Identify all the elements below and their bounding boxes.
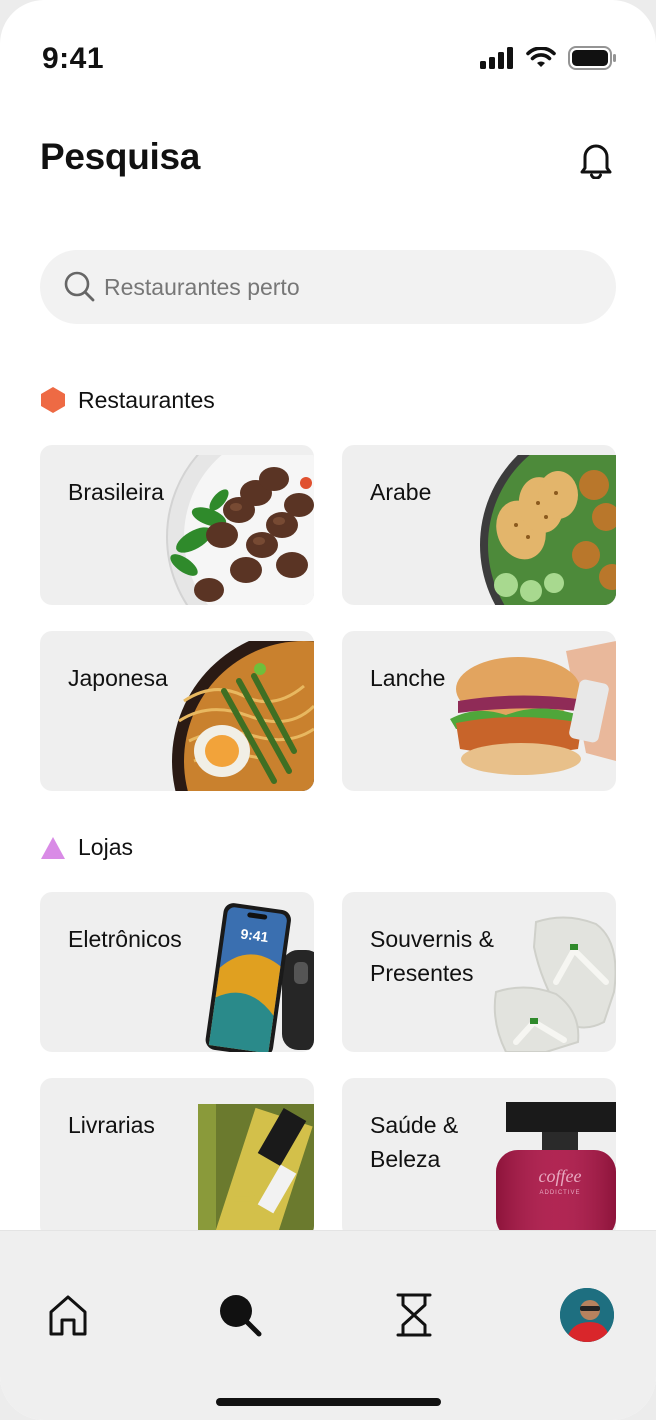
header: Pesquisa (40, 136, 616, 186)
home-indicator (216, 1398, 441, 1406)
search-bar[interactable] (40, 250, 616, 324)
section-header-stores: Lojas (40, 834, 133, 861)
falafel-bowl-image (480, 455, 616, 605)
home-icon (49, 1295, 87, 1336)
card-label: Saúde & Beleza (370, 1112, 459, 1172)
tab-bar (0, 1230, 656, 1420)
category-card-saude-beleza[interactable]: Saúde & Beleza coffee ADDICTIVE (342, 1078, 616, 1238)
tab-search[interactable] (212, 1287, 268, 1343)
skewer-plate-image (166, 455, 314, 605)
phone-screen: 9:41 Pesquisa Restaurantes perto Restaur… (0, 0, 656, 1420)
status-icons (480, 46, 616, 70)
ramen-bowl-image (172, 641, 314, 791)
category-card-japonesa[interactable]: Japonesa (40, 631, 314, 791)
section-header-restaurants: Restaurantes (40, 386, 215, 414)
tab-home[interactable] (40, 1287, 96, 1343)
category-card-livrarias[interactable]: Livrarias 1964 (40, 1078, 314, 1238)
category-card-arabe[interactable]: Arabe (342, 445, 616, 605)
section-label: Lojas (78, 834, 133, 860)
category-card-lanche[interactable]: Lanche (342, 631, 616, 791)
search-icon (220, 1295, 262, 1337)
smartphone-image: 9:41 (205, 903, 314, 1052)
book-image: 1964 (198, 1104, 314, 1238)
bell-icon (580, 144, 612, 179)
perfume-bottle-image: coffee ADDICTIVE (496, 1102, 616, 1238)
avatar (560, 1288, 614, 1342)
search-input[interactable] (104, 273, 584, 301)
search-icon (64, 271, 95, 302)
tab-profile[interactable] (559, 1287, 615, 1343)
page-title: Pesquisa (40, 136, 201, 177)
category-card-souvenirs[interactable]: Souvernis & Presentes (342, 892, 616, 1052)
category-card-brasileira[interactable]: Brasileira (40, 445, 314, 605)
battery-icon (568, 46, 616, 70)
hexagon-icon (41, 387, 65, 413)
wifi-icon (526, 47, 556, 67)
hourglass-icon (396, 1293, 432, 1337)
section-label: Restaurantes (78, 386, 215, 413)
category-card-eletronicos[interactable]: Eletrônicos 9:41 (40, 892, 314, 1052)
status-time: 9:41 (42, 42, 105, 75)
perfume-brand-text: coffee (539, 1166, 582, 1186)
flip-flops-image (493, 916, 616, 1052)
status-bar: 9:41 (0, 0, 656, 110)
signal-icon (480, 47, 513, 69)
notifications-button[interactable] (576, 140, 616, 180)
perfume-sub-text: ADDICTIVE (539, 1190, 580, 1196)
tab-history[interactable] (386, 1287, 442, 1343)
triangle-icon (41, 836, 65, 859)
burger-image (450, 641, 616, 775)
